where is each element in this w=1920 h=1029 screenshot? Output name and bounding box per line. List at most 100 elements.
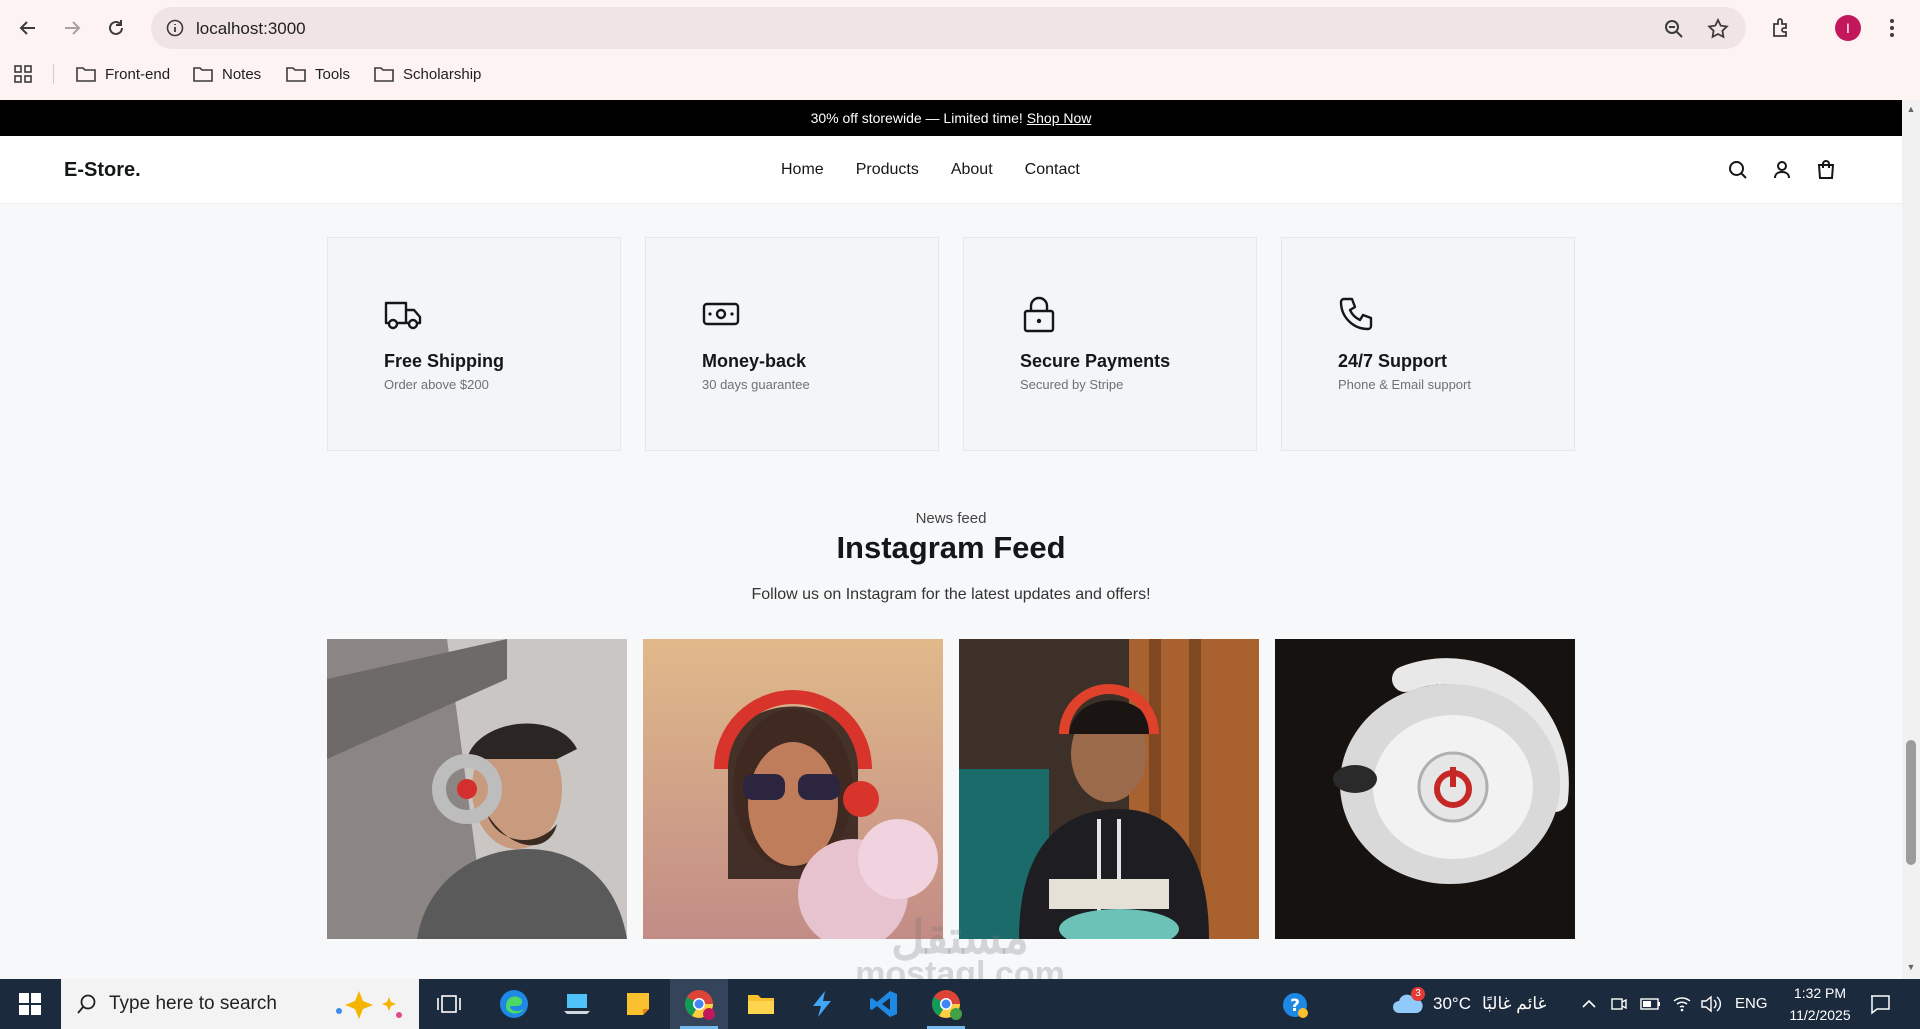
- site-info-icon[interactable]: [165, 18, 185, 38]
- taskbar-edge[interactable]: [485, 979, 543, 1029]
- extensions-icon[interactable]: [1770, 16, 1794, 40]
- weather-badge: 3: [1411, 987, 1425, 1001]
- folder-icon: [374, 67, 394, 82]
- zoom-icon[interactable]: [1663, 18, 1685, 40]
- sparkle-icon: [336, 991, 402, 1019]
- search-icon[interactable]: [1726, 158, 1750, 182]
- feature-subtitle: Order above $200: [384, 377, 489, 392]
- bookmark-label: Scholarship: [403, 65, 482, 83]
- apps-grid-icon[interactable]: [13, 64, 33, 84]
- sticky-notes-icon: [627, 993, 649, 1015]
- language-indicator[interactable]: ENG: [1735, 995, 1768, 1012]
- folder-icon: [748, 995, 774, 1014]
- feature-title: 24/7 Support: [1338, 351, 1448, 371]
- vscode-icon: [870, 991, 897, 1017]
- bookmark-star-icon[interactable]: [1707, 18, 1729, 40]
- chevron-up-icon[interactable]: [1581, 996, 1597, 1012]
- bookmark-label: Notes: [222, 65, 262, 83]
- forward-icon[interactable]: [56, 12, 88, 44]
- taskbar-power-automate[interactable]: [793, 979, 851, 1029]
- taskbar-vscode[interactable]: [855, 979, 913, 1029]
- address-bar[interactable]: localhost:3000: [151, 7, 1746, 49]
- windows-taskbar: Type here to search ? 3 30°C غائم غالبًا…: [0, 979, 1920, 1029]
- clock[interactable]: 1:32 PM 11/2/2025: [1775, 982, 1865, 1026]
- feature-subtitle: Secured by Stripe: [1020, 377, 1124, 392]
- feed-eyebrow: News feed: [915, 510, 987, 527]
- more-menu-icon[interactable]: [1882, 16, 1902, 40]
- watermark-latin: mostaql.com: [855, 955, 1065, 979]
- meet-icon[interactable]: [1610, 994, 1628, 1014]
- task-view-button[interactable]: [420, 979, 478, 1029]
- notifications-icon[interactable]: [1868, 993, 1892, 1015]
- feature-card-money-back: Money-back 30 days guarantee: [645, 237, 939, 451]
- bookmark-label: Front-end: [105, 65, 171, 83]
- features-section: Free Shipping Order above $200 Money-bac…: [327, 237, 1575, 451]
- search-icon: [77, 994, 96, 1014]
- scroll-up-icon[interactable]: ▲: [1906, 104, 1916, 114]
- watermark-arabic: مستقل: [891, 911, 1029, 963]
- nav-home[interactable]: Home: [781, 161, 824, 179]
- wifi-icon[interactable]: [1672, 994, 1692, 1012]
- weather-text[interactable]: غائم غالبًا: [1482, 994, 1546, 1014]
- browser-chrome: localhost:3000 I Front-end Notes Tools S…: [0, 0, 1920, 100]
- scroll-down-icon[interactable]: ▼: [1906, 962, 1916, 972]
- instagram-post-1[interactable]: [327, 639, 627, 939]
- bookmark-notes[interactable]: Notes: [192, 60, 261, 88]
- bookmark-front-end[interactable]: Front-end: [75, 60, 170, 88]
- feed-title: Instagram Feed: [836, 530, 1066, 565]
- scroll-thumb[interactable]: [1906, 740, 1916, 865]
- instagram-post-4[interactable]: [1275, 639, 1575, 939]
- site-header: E-Store. Home Products About Contact: [0, 136, 1902, 204]
- feed-subtitle: Follow us on Instagram for the latest up…: [751, 586, 1151, 603]
- main-nav: Home Products About Contact: [781, 161, 1080, 179]
- weather-temp[interactable]: 30°C: [1433, 994, 1471, 1014]
- truck-icon: [384, 301, 422, 330]
- taskbar-search[interactable]: Type here to search: [61, 979, 419, 1029]
- folder-icon: [193, 67, 213, 82]
- user-icon[interactable]: [1770, 158, 1794, 182]
- feature-title: Free Shipping: [384, 351, 505, 371]
- nav-about[interactable]: About: [951, 161, 993, 179]
- lightning-icon: [813, 991, 831, 1017]
- chrome-icon: [685, 990, 715, 1020]
- bookmarks-bar: Front-end Notes Tools Scholarship: [0, 60, 1920, 88]
- windows-logo-icon: [19, 993, 41, 1015]
- shop-now-link[interactable]: Shop Now: [1027, 110, 1092, 126]
- battery-icon[interactable]: [1640, 996, 1662, 1012]
- feature-card-shipping: Free Shipping Order above $200: [327, 237, 621, 451]
- nav-contact[interactable]: Contact: [1025, 161, 1080, 179]
- nav-products[interactable]: Products: [856, 161, 919, 179]
- bookmark-tools[interactable]: Tools: [285, 60, 350, 88]
- start-button[interactable]: [0, 979, 60, 1029]
- laptop-icon: [564, 994, 590, 1014]
- taskbar-chrome-active[interactable]: [670, 979, 728, 1029]
- instagram-post-3[interactable]: [959, 639, 1259, 939]
- volume-icon[interactable]: [1700, 994, 1722, 1014]
- browser-toolbar: localhost:3000 I: [0, 0, 1920, 56]
- taskbar-file-explorer[interactable]: [732, 979, 790, 1029]
- back-icon[interactable]: [12, 12, 44, 44]
- money-icon: [702, 302, 740, 326]
- taskbar-chrome-2[interactable]: [917, 979, 975, 1029]
- cart-icon[interactable]: [1814, 158, 1838, 182]
- instagram-post-2[interactable]: [643, 639, 943, 939]
- folder-icon: [286, 67, 306, 82]
- clock-date: 11/2/2025: [1789, 1007, 1851, 1023]
- search-placeholder: Type here to search: [109, 993, 277, 1014]
- site-logo[interactable]: E-Store.: [64, 159, 141, 182]
- task-view-icon: [437, 995, 461, 1013]
- feature-title: Secure Payments: [1020, 351, 1171, 371]
- profile-avatar[interactable]: I: [1835, 15, 1861, 41]
- page-scrollbar[interactable]: ▲ ▼: [1902, 100, 1920, 979]
- bookmark-scholarship[interactable]: Scholarship: [373, 60, 481, 88]
- reload-icon[interactable]: [100, 12, 132, 44]
- lock-icon: [1023, 296, 1055, 333]
- feature-card-secure-payments: Secure Payments Secured by Stripe: [963, 237, 1257, 451]
- taskbar-sticky-notes[interactable]: [609, 979, 667, 1029]
- web-page: 30% off storewide — Limited time! Shop N…: [0, 100, 1902, 979]
- taskbar-laptop-app[interactable]: [548, 979, 606, 1029]
- bookmark-label: Tools: [315, 65, 351, 83]
- help-icon[interactable]: ?: [1281, 991, 1309, 1019]
- feature-subtitle: Phone & Email support: [1338, 377, 1471, 392]
- phone-icon: [1339, 297, 1373, 331]
